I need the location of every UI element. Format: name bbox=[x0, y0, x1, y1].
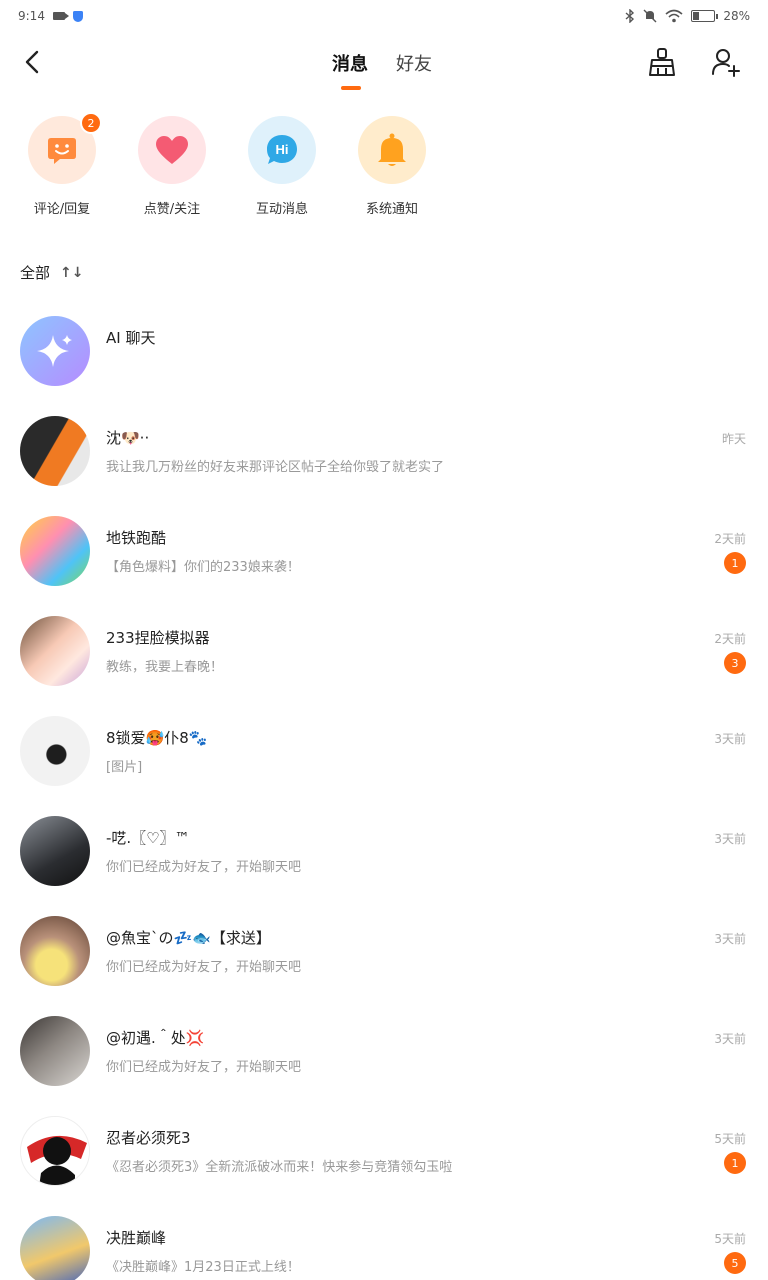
avatar bbox=[20, 416, 90, 486]
unread-badge: 1 bbox=[724, 1152, 746, 1174]
likes-follows-button[interactable]: 点赞/关注 bbox=[138, 116, 206, 217]
add-friend-button[interactable] bbox=[710, 46, 742, 78]
back-button[interactable] bbox=[16, 46, 48, 78]
conversation-row[interactable]: AI 聊天 bbox=[0, 300, 768, 400]
conversation-time: 3天前 bbox=[714, 1032, 746, 1046]
conversation-time: 昨天 bbox=[721, 432, 746, 446]
interaction-label: 互动消息 bbox=[255, 202, 308, 217]
ninja-logo-icon bbox=[21, 1117, 89, 1185]
conversation-row[interactable]: 地铁跑酷 【角色爆料】你们的233娘来袭！ 2天前 1 bbox=[0, 500, 768, 600]
conversation-name: AI 聊天 bbox=[106, 329, 156, 347]
conversation-preview: 你们已经成为好友了，开始聊天吧 bbox=[106, 860, 302, 875]
hi-chat-icon: Hi bbox=[267, 135, 297, 164]
comments-icon-circle: 2 bbox=[28, 112, 102, 184]
conversation-time: 2天前 bbox=[714, 632, 746, 646]
conversation-name: 沈🐶·· bbox=[106, 429, 150, 447]
conversation-time: 3天前 bbox=[714, 932, 746, 946]
interaction-messages-button[interactable]: Hi 互动消息 bbox=[248, 116, 316, 217]
system-notifications-button[interactable]: 系统通知 bbox=[358, 116, 426, 217]
conversation-name: 233捏脸模拟器 bbox=[106, 629, 210, 647]
likes-label: 点赞/关注 bbox=[143, 202, 201, 217]
avatar bbox=[20, 916, 90, 986]
battery-percent: 28% bbox=[723, 9, 750, 23]
video-camera-icon bbox=[52, 12, 69, 20]
conversation-preview: 《决胜巅峰》1月23日正式上线！ bbox=[106, 1260, 300, 1275]
sparkle-icon bbox=[37, 335, 72, 367]
notifications-label: 系统通知 bbox=[365, 202, 418, 217]
conversation-name: 地铁跑酷 bbox=[106, 529, 167, 547]
conversation-name: -呓.〖♡〗™ bbox=[106, 829, 190, 847]
conversation-name: 决胜巅峰 bbox=[106, 1229, 167, 1247]
add-user-icon bbox=[712, 49, 740, 77]
comments-label: 评论/回复 bbox=[33, 202, 91, 217]
conversation-name: 8锁爱🥵仆8🐾 bbox=[106, 729, 208, 747]
unread-badge: 5 bbox=[724, 1252, 746, 1274]
unread-badge: 1 bbox=[724, 552, 746, 574]
conversation-time: 5天前 bbox=[714, 1232, 746, 1246]
status-bar-right: 28% bbox=[625, 9, 750, 23]
conversation-preview: 你们已经成为好友了，开始聊天吧 bbox=[106, 1060, 302, 1075]
conversation-row[interactable]: 233捏脸模拟器 教练，我要上春晚！ 2天前 3 bbox=[0, 600, 768, 700]
conversation-row[interactable]: 8锁爱🥵仆8🐾 [图片] 3天前 bbox=[0, 700, 768, 800]
smile-chat-icon bbox=[48, 138, 76, 164]
conversation-row[interactable]: -呓.〖♡〗™ 你们已经成为好友了，开始聊天吧 3天前 bbox=[0, 800, 768, 900]
conversation-list: AI 聊天 沈🐶·· 我让我几万粉丝的好友来那评论区帖子全给你毁了就老实了 昨天… bbox=[0, 300, 768, 1280]
avatar bbox=[20, 816, 90, 886]
conversation-preview: [图片] bbox=[106, 760, 143, 775]
header: 消息 好友 bbox=[0, 32, 768, 96]
interaction-icon-circle: Hi bbox=[248, 116, 316, 184]
wifi-icon bbox=[665, 9, 683, 23]
tab-bar: 消息 好友 bbox=[332, 50, 432, 90]
shield-icon bbox=[72, 10, 83, 22]
avatar bbox=[20, 716, 90, 786]
tab-messages[interactable]: 消息 bbox=[332, 50, 368, 90]
tab-friends[interactable]: 好友 bbox=[396, 50, 432, 76]
likes-icon-circle bbox=[138, 116, 206, 184]
conversation-time: 5天前 bbox=[714, 1132, 746, 1146]
comments-replies-button[interactable]: 2 评论/回复 bbox=[28, 112, 102, 217]
section-title: 全部 bbox=[20, 264, 51, 282]
bell-icon bbox=[378, 133, 406, 166]
clear-messages-button[interactable] bbox=[646, 46, 678, 78]
conversation-preview: 《忍者必须死3》全新流派破冰而来！快来参与竞猜领勾玉啦 bbox=[106, 1160, 453, 1175]
comments-badge: 2 bbox=[80, 112, 102, 134]
heart-icon bbox=[156, 136, 188, 164]
battery-icon bbox=[691, 10, 719, 22]
conversation-row[interactable]: @魚宝`の💤🐟【求送】 你们已经成为好友了，开始聊天吧 3天前 bbox=[0, 900, 768, 1000]
conversation-row[interactable]: 忍者必须死3 《忍者必须死3》全新流派破冰而来！快来参与竞猜领勾玉啦 5天前 1 bbox=[0, 1100, 768, 1200]
conversation-row[interactable]: 决胜巅峰 《决胜巅峰》1月23日正式上线！ 5天前 5 bbox=[0, 1200, 768, 1280]
avatar bbox=[20, 1116, 90, 1186]
conversation-name: @初遇.＾处💢 bbox=[106, 1029, 205, 1047]
conversation-time: 3天前 bbox=[714, 732, 746, 746]
avatar bbox=[20, 1016, 90, 1086]
conversation-time: 3天前 bbox=[714, 832, 746, 846]
avatar bbox=[20, 616, 90, 686]
unread-badge: 3 bbox=[724, 652, 746, 674]
conversation-preview: 【角色爆料】你们的233娘来袭！ bbox=[106, 560, 300, 575]
notifications-icon-circle bbox=[358, 116, 426, 184]
mute-bell-icon bbox=[643, 9, 657, 23]
status-bar: 9:14 28% bbox=[0, 0, 768, 32]
conversation-time: 2天前 bbox=[714, 532, 746, 546]
broom-icon bbox=[649, 48, 675, 76]
conversation-preview: 我让我几万粉丝的好友来那评论区帖子全给你毁了就老实了 bbox=[106, 460, 445, 475]
status-bar-left: 9:14 bbox=[18, 9, 83, 23]
avatar bbox=[20, 1216, 90, 1280]
sort-toggle[interactable]: ↑↓ bbox=[60, 265, 83, 281]
quick-actions: 2 评论/回复 点赞/关注 Hi 互动消息 系统通知 bbox=[0, 112, 768, 217]
avatar bbox=[20, 516, 90, 586]
conversation-row[interactable]: @初遇.＾处💢 你们已经成为好友了，开始聊天吧 3天前 bbox=[0, 1000, 768, 1100]
status-time: 9:14 bbox=[18, 9, 45, 23]
conversation-name: @魚宝`の💤🐟【求送】 bbox=[106, 929, 271, 947]
conversation-preview: 你们已经成为好友了，开始聊天吧 bbox=[106, 960, 302, 975]
conversation-preview: 教练，我要上春晚！ bbox=[106, 660, 224, 675]
chevron-left-icon bbox=[25, 50, 39, 74]
conversation-row[interactable]: 沈🐶·· 我让我几万粉丝的好友来那评论区帖子全给你毁了就老实了 昨天 bbox=[0, 400, 768, 500]
conversation-name: 忍者必须死3 bbox=[106, 1129, 191, 1147]
avatar bbox=[20, 316, 90, 386]
section-header: 全部 ↑↓ bbox=[20, 262, 83, 283]
bluetooth-icon bbox=[625, 9, 635, 23]
svg-text:Hi: Hi bbox=[276, 142, 289, 157]
